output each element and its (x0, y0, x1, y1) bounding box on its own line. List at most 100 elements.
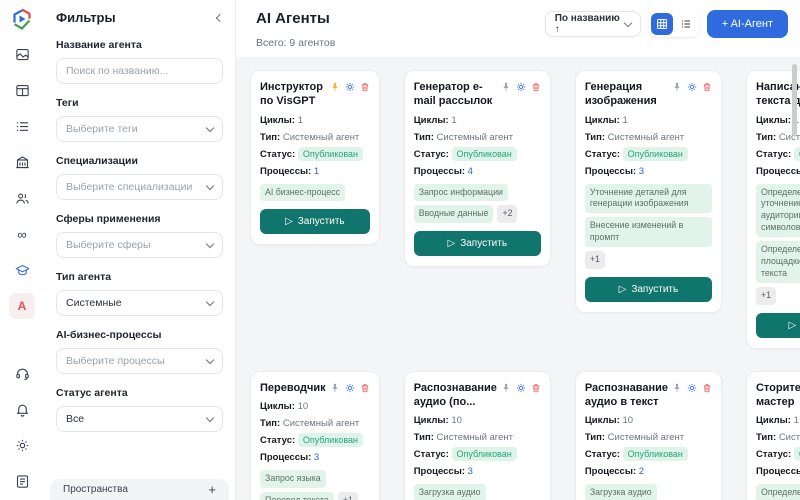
settings-icon[interactable] (687, 82, 697, 109)
chevron-down-icon (206, 181, 214, 189)
status-label: Статус: (260, 149, 295, 160)
agent-card-title: Переводчик (260, 381, 326, 395)
processes-value: 3 (639, 166, 644, 177)
support-icon[interactable] (9, 360, 35, 386)
page-title: AI Агенты (256, 10, 335, 27)
agent-card[interactable]: Генератор e-mail рассылок Циклы: 1 Тип: … (404, 70, 551, 267)
pin-icon[interactable] (501, 383, 511, 410)
spaces-panel[interactable]: Пространства + (50, 479, 229, 500)
pin-icon[interactable] (501, 82, 511, 109)
type-value: Системный агент (608, 132, 684, 143)
filter-label-processes: AI-бизнес-процессы (56, 329, 223, 341)
status-label: Статус: (585, 449, 620, 460)
collapse-panel-icon[interactable] (216, 13, 224, 21)
agent-card-title: Распознавание аудио (по... (414, 381, 497, 410)
delete-icon[interactable] (702, 82, 712, 109)
agent-status-select[interactable]: Все (56, 406, 223, 432)
cycles-value: 10 (451, 415, 462, 426)
process-tag: Определение медиа площадки для написания… (756, 241, 800, 283)
process-tag: AI бизнес-процесс (260, 184, 345, 202)
spheres-select[interactable]: Выберите сферы (56, 232, 223, 258)
agent-type-select[interactable]: Системные (56, 290, 223, 316)
agent-card[interactable]: Распознавание аудио (по... Циклы: 10 Тип… (404, 371, 551, 500)
users-icon[interactable] (9, 185, 35, 211)
infinity-icon[interactable]: ∞ (9, 221, 35, 247)
education-icon[interactable] (9, 257, 35, 283)
status-badge: Опубликован (794, 447, 800, 461)
process-tag: Запрос информации (414, 184, 508, 202)
list-view-button[interactable] (675, 13, 697, 35)
grid-view-button[interactable] (651, 13, 673, 35)
type-label: Тип: (585, 432, 605, 443)
agent-tags: Запрос языкаПеревод текста+1 (260, 470, 370, 500)
sort-select[interactable]: По названию ↑ (545, 11, 641, 37)
delete-icon[interactable] (702, 383, 712, 410)
specializations-select[interactable]: Выберите специализации (56, 174, 223, 200)
docs-icon[interactable] (9, 468, 35, 494)
notifications-icon[interactable] (9, 396, 35, 422)
processes-label: Процессы: (756, 466, 800, 477)
run-button[interactable]: ▷ Запустить (756, 313, 800, 338)
settings-icon[interactable] (516, 82, 526, 109)
filter-label-tags: Теги (56, 97, 223, 109)
play-icon: ▷ (788, 320, 796, 331)
agents-icon[interactable]: A (9, 293, 35, 319)
chevron-down-icon (206, 355, 214, 363)
delete-icon[interactable] (531, 82, 541, 109)
agent-card[interactable]: Инструктор по VisGPT Циклы: 1 Тип: Систе… (250, 70, 380, 245)
process-tag: Вводные данные (414, 205, 494, 223)
process-tag: Внесение изменений в промпт (585, 217, 712, 247)
play-icon: ▷ (619, 284, 627, 295)
delete-icon[interactable] (360, 82, 370, 109)
status-label: Статус: (414, 449, 449, 460)
kanban-icon[interactable] (9, 77, 35, 103)
processes-label: Процессы: (260, 166, 311, 177)
cycles-label: Циклы: (260, 115, 295, 126)
pin-icon[interactable] (330, 383, 340, 395)
run-button[interactable]: ▷ Запустить (585, 277, 712, 302)
run-button[interactable]: ▷ Запустить (260, 209, 370, 234)
settings-icon[interactable] (345, 82, 355, 109)
pin-icon[interactable] (672, 383, 682, 410)
business-processes-select[interactable]: Выберите процессы (56, 348, 223, 374)
pin-icon[interactable] (330, 82, 340, 109)
cycles-value: 1 (451, 115, 456, 126)
chevron-down-icon (206, 123, 214, 131)
agent-card[interactable]: Переводчик Циклы: 10 Тип: Системный аген… (250, 371, 380, 500)
tasks-icon[interactable] (9, 113, 35, 139)
frame-icon[interactable] (9, 41, 35, 67)
main-content: AI Агенты Всего: 9 агентов По названию ↑… (236, 0, 800, 500)
tags-select[interactable]: Выберите теги (56, 116, 223, 142)
filter-label-agent-type: Тип агента (56, 271, 223, 283)
processes-label: Процессы: (585, 466, 636, 477)
add-agent-button[interactable]: + AI-Агент (707, 10, 788, 38)
pin-icon[interactable] (672, 82, 682, 109)
cycles-label: Циклы: (585, 115, 620, 126)
more-tags-badge: +1 (338, 492, 358, 500)
status-label: Статус: (585, 149, 620, 160)
processes-value: 3 (314, 452, 319, 463)
agent-name-search-input[interactable] (56, 58, 223, 84)
agent-tags: Запрос информацииВводные данные+2 (414, 184, 541, 224)
run-button[interactable]: ▷ Запустить (414, 231, 541, 256)
settings-icon[interactable] (516, 383, 526, 410)
agent-card-title: Генератор e-mail рассылок (414, 80, 497, 109)
app-logo-icon[interactable] (10, 7, 34, 31)
process-tag: Запрос языка (260, 470, 326, 488)
agent-card[interactable]: Сторителлинг-мастер Циклы: 1 Тип: Систем… (746, 371, 800, 500)
cycles-label: Циклы: (756, 115, 791, 126)
delete-icon[interactable] (360, 383, 370, 395)
filters-title: Фильтры (56, 10, 116, 25)
agent-card[interactable]: Генерация изображения Циклы: 1 Тип: Сист… (575, 70, 722, 313)
settings-icon[interactable] (345, 383, 355, 395)
settings-icon[interactable] (687, 383, 697, 410)
scrollbar-thumb[interactable] (792, 64, 797, 136)
delete-icon[interactable] (531, 383, 541, 410)
filters-panel: Фильтры Название агента Теги Выберите те… (44, 0, 236, 500)
agent-card[interactable]: Распознавание аудио в текст Циклы: 10 Ти… (575, 371, 722, 500)
add-space-button[interactable]: + (208, 482, 216, 497)
processes-label: Процессы: (414, 166, 465, 177)
organization-icon[interactable] (9, 149, 35, 175)
theme-icon[interactable] (9, 432, 35, 458)
cycles-value: 1 (298, 115, 303, 126)
